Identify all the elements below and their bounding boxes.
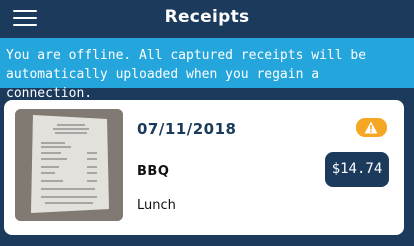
receipt-date: 07/11/2018 xyxy=(137,120,237,138)
warning-icon xyxy=(364,121,378,134)
offline-message: You are offline. All captured receipts w… xyxy=(6,48,367,101)
warning-badge[interactable] xyxy=(356,118,387,137)
receipt-amount: $14.74 xyxy=(325,152,389,187)
receipt-category: Lunch xyxy=(137,198,176,213)
receipt-card[interactable]: 07/11/2018 BBQ $14.74 Lunch xyxy=(4,100,404,235)
receipt-merchant: BBQ xyxy=(137,164,170,179)
app-header: Receipts xyxy=(0,0,414,38)
page-title: Receipts xyxy=(164,7,250,27)
receipt-thumbnail[interactable] xyxy=(15,109,123,221)
offline-banner: You are offline. All captured receipts w… xyxy=(0,38,414,101)
